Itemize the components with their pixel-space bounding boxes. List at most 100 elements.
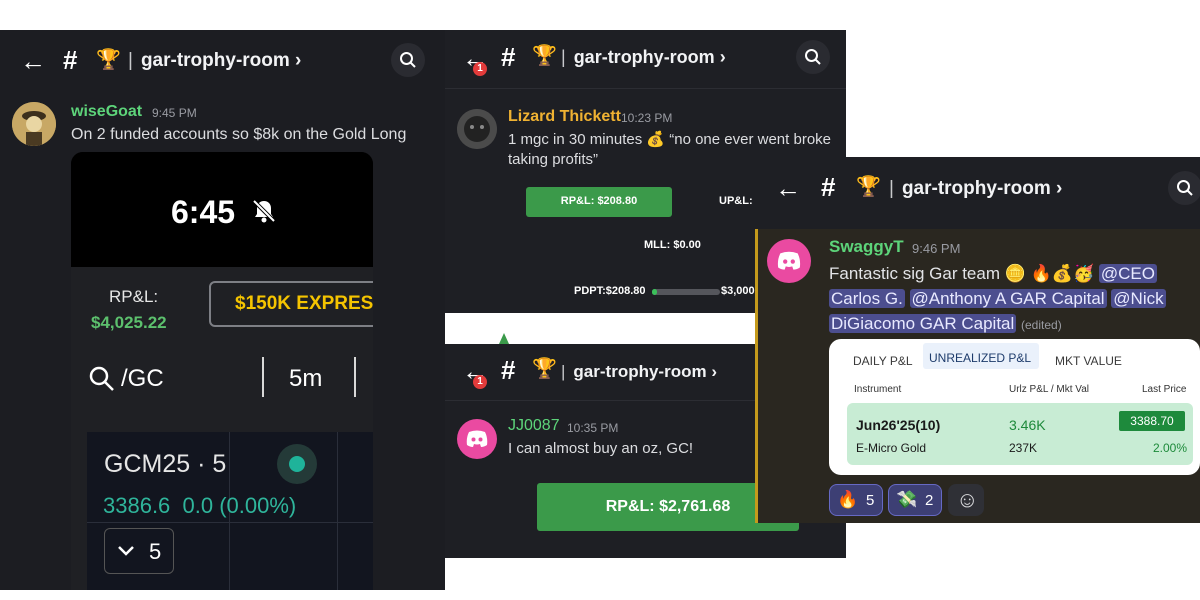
gridline (87, 522, 373, 523)
interval-selector[interactable]: 5m (289, 365, 322, 393)
trophy-icon: 🏆 (532, 358, 557, 380)
hash-icon: # (501, 42, 516, 72)
timestamp: 10:23 PM (621, 111, 673, 125)
divider (262, 357, 264, 397)
channel-title[interactable]: | gar-trophy-room › (889, 179, 1062, 198)
rpl-button: RP&L: $208.80 (526, 187, 672, 217)
goat-avatar-icon (12, 102, 56, 146)
unread-badge: 1 (473, 375, 487, 389)
chat-panel-wisegoat: ← # 🏆 | gar-trophy-room › wiseGoat 9:45 P… (0, 30, 445, 590)
smiley-icon: ☺ (956, 487, 979, 512)
pdpt-target: $3,000. (721, 285, 758, 297)
username[interactable]: wiseGoat (71, 103, 142, 121)
search-icon (400, 52, 416, 68)
column-header-instrument: Instrument (854, 384, 902, 395)
message-text: I can almost buy an oz, GC! (508, 440, 694, 457)
search-icon[interactable] (88, 365, 116, 393)
timestamp: 9:46 PM (912, 241, 961, 256)
username[interactable]: Lizard Thickett (508, 108, 621, 126)
avatar[interactable] (767, 239, 811, 283)
chart-area[interactable]: GCM25 · 5 3386.6 0.0 (0.00%) 5 (87, 432, 373, 590)
pdpt-progress-fill (652, 289, 657, 295)
search-button[interactable] (391, 43, 425, 77)
username[interactable]: SwaggyT (829, 237, 904, 257)
trophy-icon: 🏆 (532, 45, 557, 67)
back-arrow-icon[interactable]: ← (20, 48, 46, 74)
mention[interactable]: @Anthony A GAR Capital (909, 289, 1107, 308)
search-button[interactable] (796, 40, 830, 74)
add-reaction-button[interactable]: ☺ (948, 484, 984, 516)
hash-icon: # (821, 172, 836, 202)
search-icon (1177, 180, 1193, 196)
rpl-value: $4,025.22 (91, 313, 167, 332)
reaction-money[interactable]: 💸 2 (888, 484, 942, 516)
username[interactable]: JJ0087 (508, 417, 560, 435)
quote-text: 3386.6 0.0 (0.00%) (103, 493, 297, 518)
quantity-value: 5 (149, 539, 162, 564)
gridline (337, 432, 338, 590)
chat-panel-swaggyt: ← # 🏆 | gar-trophy-room › SwaggyT 9:46 PM… (755, 157, 1200, 523)
search-button[interactable] (1168, 171, 1200, 205)
unrealized-pnl: 3.46K (1009, 417, 1046, 433)
message-text-line1: 1 mgc in 30 minutes 💰 “no one ever went … (508, 131, 832, 148)
quantity-stepper[interactable]: 5 (104, 528, 174, 574)
edited-tag: (edited) (1021, 318, 1062, 332)
message-text: Fantastic sig Gar team 🪙 🔥💰🥳 @CEO Carlos… (829, 264, 1166, 333)
arrow-fragment-icon (499, 333, 509, 344)
hash-icon: # (501, 355, 516, 385)
pnl-card[interactable]: DAILY P&L UNREALIZED P&L MKT VALUE Instr… (829, 339, 1200, 475)
discord-logo-icon (777, 251, 801, 270)
channel-title[interactable]: | gar-trophy-room › (128, 51, 301, 70)
avatar[interactable] (12, 102, 56, 146)
channel-header: ← # 🏆 | gar-trophy-room › (0, 30, 445, 92)
market-status-dot (277, 444, 317, 484)
clock-text: 6:45 (171, 194, 236, 230)
message-text: On 2 funded accounts so $8k on the Gold … (71, 126, 407, 143)
trophy-icon: 🏆 (96, 49, 121, 71)
mention[interactable]: @Nick (1111, 289, 1166, 308)
header-divider (445, 88, 846, 89)
contract-name: GCM25 · 5 (104, 450, 227, 478)
channel-header: ← # 🏆 | gar-trophy-room › (755, 157, 1200, 219)
discord-logo-icon (466, 430, 488, 447)
trophy-icon: 🏆 (856, 176, 881, 198)
column-header-pnl: Urlz P&L / Mkt Val (1009, 384, 1090, 395)
dog-avatar-icon (457, 109, 497, 149)
channel-header: ← 1 # 🏆 | gar-trophy-room › (445, 30, 846, 88)
phone-lockscreen-bar: 6:45 (71, 152, 373, 267)
table-row: Jun26'25(10) E-Micro Gold 3.46K 237K 338… (847, 403, 1193, 465)
tab-unrealized-pnl: UNREALIZED P&L (923, 343, 1039, 369)
symbol-search[interactable]: /GC (121, 365, 164, 393)
avatar[interactable] (457, 419, 497, 459)
divider (354, 357, 356, 397)
mention[interactable]: @CEO (1098, 264, 1157, 283)
unread-badge: 1 (473, 62, 487, 76)
instrument-desc: E-Micro Gold (856, 441, 927, 455)
pdpt-label: PDPT:$208.80 (574, 285, 646, 297)
channel-title[interactable]: | gar-trophy-room › (561, 48, 726, 66)
tab-mkt-value: MKT VALUE (1055, 354, 1122, 368)
trading-app-panel: RP&L: $4,025.22 $150K EXPRESS /GC 5m GCM… (71, 267, 373, 590)
pdpt-progress-bar (652, 289, 720, 295)
back-arrow-icon[interactable]: ← (775, 175, 801, 201)
message-text-line2: taking profits” (508, 151, 599, 168)
account-selector[interactable]: $150K EXPRESS (209, 281, 373, 327)
attached-image[interactable]: 6:45 RP&L: $4,025.22 $150K EXPRESS /GC 5… (71, 152, 373, 590)
mention[interactable]: DiGiacomo GAR Capital (829, 314, 1017, 333)
timestamp: 9:45 PM (152, 106, 197, 120)
last-price-badge: 3388.70 (1119, 411, 1185, 431)
instrument-name: Jun26'25(10) (856, 417, 941, 433)
column-header-last-price: Last Price (1142, 384, 1187, 395)
timestamp: 10:35 PM (567, 421, 619, 435)
avatar[interactable] (457, 109, 497, 149)
search-icon (805, 49, 821, 65)
hash-icon: # (63, 45, 78, 75)
mention[interactable]: Carlos G. (829, 289, 905, 308)
rpl-label: RP&L: (109, 287, 159, 306)
channel-title[interactable]: | gar-trophy-room › (561, 363, 717, 380)
reaction-fire[interactable]: 🔥 5 (829, 484, 883, 516)
market-value: 237K (1009, 441, 1038, 455)
chevron-down-icon (118, 546, 134, 556)
account-name: $150K EXPRESS (235, 293, 373, 314)
tab-daily-pnl: DAILY P&L (853, 354, 913, 368)
